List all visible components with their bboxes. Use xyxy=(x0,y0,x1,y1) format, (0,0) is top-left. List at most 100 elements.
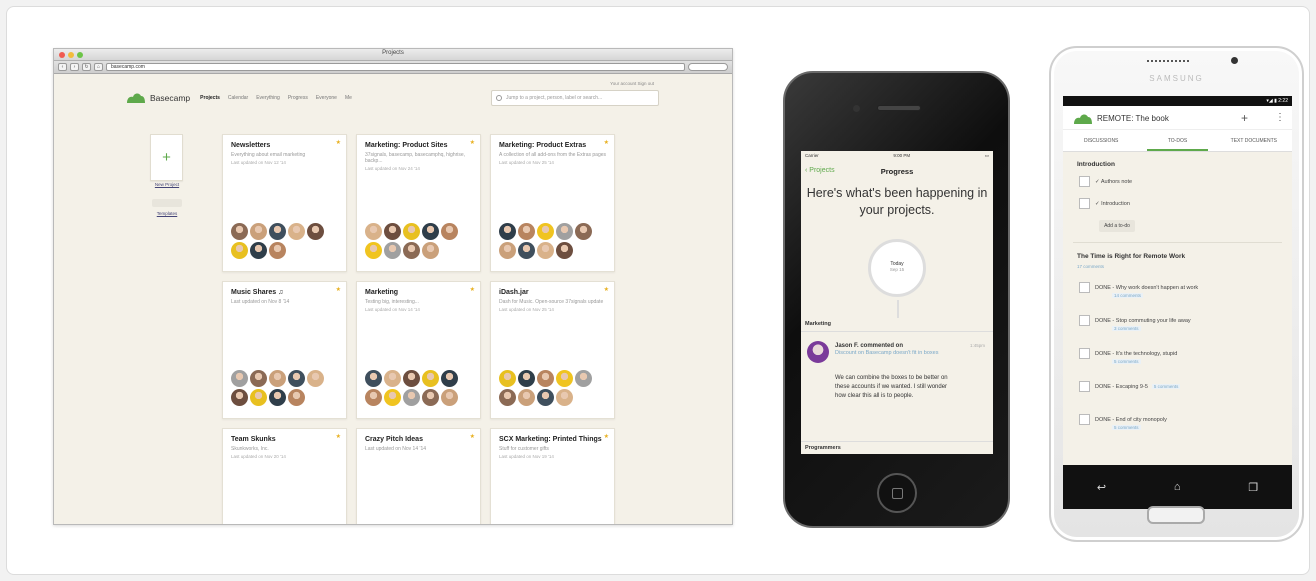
star-icon[interactable]: ★ xyxy=(604,433,609,440)
avatar[interactable] xyxy=(518,370,535,387)
section-marketing[interactable]: Marketing xyxy=(805,321,831,327)
star-icon[interactable]: ★ xyxy=(336,286,341,293)
project-card[interactable]: ★ Marketing: Product Sites 37signals, base… xyxy=(356,134,481,272)
avatar[interactable] xyxy=(365,370,382,387)
add-todo-button[interactable]: Add a to-do xyxy=(1099,220,1135,232)
project-card[interactable]: ★ iDash.jar Dash for Music. Open-source 37… xyxy=(490,281,615,419)
avatar[interactable] xyxy=(422,389,439,406)
add-icon[interactable]: + xyxy=(1241,111,1248,125)
avatar[interactable] xyxy=(384,389,401,406)
todo-item[interactable]: ✓ Authors note xyxy=(1079,176,1132,187)
overflow-menu-icon[interactable]: ⋮ xyxy=(1275,112,1285,123)
star-icon[interactable]: ★ xyxy=(336,139,341,146)
home-icon[interactable]: ⌂ xyxy=(94,63,103,71)
avatar[interactable] xyxy=(250,242,267,259)
todo-comments-badge[interactable]: 5 comments xyxy=(1112,425,1141,430)
project-card[interactable]: ★ Music Shares ♫ Last updated on Nov 8 '14 xyxy=(222,281,347,419)
todo-item[interactable]: DONE - End of city monopoly 5 comments xyxy=(1079,414,1167,430)
avatar[interactable] xyxy=(499,389,516,406)
avatar[interactable] xyxy=(575,223,592,240)
nav-progress[interactable]: Progress xyxy=(288,95,308,101)
avatar[interactable] xyxy=(403,242,420,259)
avatar[interactable] xyxy=(403,370,420,387)
jump-search-input[interactable]: Jump to a project, person, label or sear… xyxy=(491,90,659,106)
todo-item[interactable]: DONE - Stop commuting your life away 3 co… xyxy=(1079,315,1191,331)
home-button[interactable] xyxy=(877,473,917,513)
avatar[interactable] xyxy=(441,370,458,387)
avatar[interactable] xyxy=(250,370,267,387)
project-card[interactable]: ★ Marketing Testing big, interesting... Las… xyxy=(356,281,481,419)
list-comments-badge[interactable]: 17 comments xyxy=(1077,264,1104,269)
new-project-link[interactable]: New Project xyxy=(147,182,187,187)
avatar[interactable] xyxy=(537,389,554,406)
todo-item[interactable]: DONE - Why work doesn't happen at work 14… xyxy=(1079,282,1198,298)
avatar[interactable] xyxy=(250,389,267,406)
todo-list-title[interactable]: The Time is Right for Remote Work xyxy=(1077,253,1185,260)
todo-item[interactable]: ✓ Introduction xyxy=(1079,198,1130,209)
avatar[interactable] xyxy=(384,223,401,240)
avatar[interactable] xyxy=(269,242,286,259)
avatar[interactable] xyxy=(384,370,401,387)
avatar[interactable] xyxy=(499,242,516,259)
star-icon[interactable]: ★ xyxy=(336,433,341,440)
avatar[interactable] xyxy=(269,223,286,240)
tab-todos[interactable]: TO-DOS xyxy=(1139,130,1215,151)
new-project-button[interactable]: + xyxy=(150,134,183,181)
todo-checkbox[interactable] xyxy=(1079,176,1090,187)
project-card[interactable]: ★ Crazy Pitch Ideas Last updated on Nov 14… xyxy=(356,428,481,524)
todo-comments-badge[interactable]: 5 comments xyxy=(1151,384,1181,389)
avatar[interactable] xyxy=(365,242,382,259)
avatar[interactable] xyxy=(250,223,267,240)
avatar[interactable] xyxy=(499,223,516,240)
avatar[interactable] xyxy=(441,223,458,240)
avatar[interactable] xyxy=(518,223,535,240)
avatar[interactable] xyxy=(556,242,573,259)
avatar[interactable] xyxy=(556,223,573,240)
avatar[interactable] xyxy=(575,370,592,387)
back-arrow-icon[interactable]: ‹ xyxy=(58,63,67,71)
home-button[interactable] xyxy=(1147,506,1205,524)
todo-checkbox[interactable] xyxy=(1079,282,1090,293)
avatar[interactable] xyxy=(231,389,248,406)
nav-calendar[interactable]: Calendar xyxy=(228,95,248,101)
avatar[interactable] xyxy=(269,389,286,406)
templates-link[interactable]: Templates xyxy=(147,211,187,216)
todo-comments-badge[interactable]: 3 comments xyxy=(1112,326,1141,331)
project-card[interactable]: ★ SCX Marketing: Printed Things Stuff for … xyxy=(490,428,615,524)
comment-link[interactable]: Discount on Basecamp doesn't fit in boxe… xyxy=(835,350,959,357)
reload-icon[interactable]: ↻ xyxy=(82,63,91,71)
avatar[interactable] xyxy=(288,223,305,240)
avatar[interactable] xyxy=(288,370,305,387)
todo-list-title[interactable]: Introduction xyxy=(1077,161,1115,168)
avatar[interactable] xyxy=(499,370,516,387)
avatar[interactable] xyxy=(422,370,439,387)
avatar[interactable] xyxy=(518,242,535,259)
nav-me[interactable]: Me xyxy=(345,95,352,101)
star-icon[interactable]: ★ xyxy=(470,433,475,440)
todo-comments-badge[interactable]: 14 comments xyxy=(1112,293,1144,298)
avatar[interactable] xyxy=(556,389,573,406)
avatar[interactable] xyxy=(422,242,439,259)
nav-everything[interactable]: Everything xyxy=(256,95,280,101)
avatar[interactable] xyxy=(307,223,324,240)
forward-arrow-icon[interactable]: › xyxy=(70,63,79,71)
todo-checkbox[interactable] xyxy=(1079,198,1090,209)
avatar[interactable] xyxy=(231,370,248,387)
avatar[interactable] xyxy=(269,370,286,387)
section-programmers[interactable]: Programmers xyxy=(805,445,841,451)
todo-checkbox[interactable] xyxy=(1079,414,1090,425)
recent-apps-icon[interactable]: ❐ xyxy=(1248,481,1258,494)
todo-checkbox[interactable] xyxy=(1079,348,1090,359)
basecamp-logo-icon[interactable] xyxy=(126,91,146,104)
avatar[interactable] xyxy=(307,370,324,387)
avatar[interactable] xyxy=(384,242,401,259)
avatar[interactable] xyxy=(537,370,554,387)
nav-projects[interactable]: Projects xyxy=(200,95,220,101)
tab-text-documents[interactable]: TEXT DOCUMENTS xyxy=(1216,130,1292,151)
avatar[interactable] xyxy=(537,242,554,259)
avatar[interactable] xyxy=(556,370,573,387)
todo-comments-badge[interactable]: 5 comments xyxy=(1112,359,1141,364)
avatar[interactable] xyxy=(441,389,458,406)
avatar[interactable] xyxy=(403,223,420,240)
account-links[interactable]: Your account Sign out xyxy=(610,81,654,86)
